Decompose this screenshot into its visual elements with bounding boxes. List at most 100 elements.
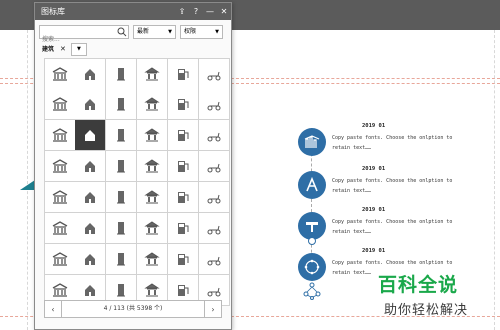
icon-grid-cell[interactable]: [44, 213, 76, 244]
watermark-subtitle: 助你轻松解决: [384, 303, 469, 318]
panel-title-bar[interactable]: 图标库 ⇪ ? — ✕: [35, 3, 231, 20]
timeline-item[interactable]: 2019 01 Copy paste fonts. Choose the onl…: [298, 207, 498, 244]
icon-grid-cell[interactable]: [44, 120, 76, 151]
pipe-tool-icon: [298, 212, 326, 240]
gazebo-icon: [144, 159, 160, 173]
icon-grid-cell[interactable]: [44, 58, 76, 90]
chimney-factory-icon: [85, 192, 95, 203]
chevron-down-icon: ▼: [76, 45, 81, 52]
filter-tag-label: 建筑: [42, 45, 55, 53]
icon-grid-cell[interactable]: [75, 244, 106, 275]
category-dropdown[interactable]: ▼: [70, 42, 87, 56]
next-page-button[interactable]: ›: [204, 300, 222, 318]
icon-grid-cell[interactable]: [137, 89, 168, 120]
icon-grid-cell[interactable]: [75, 120, 106, 151]
icon-grid-cell[interactable]: [199, 244, 230, 275]
timeline-connector: [308, 237, 316, 245]
icon-grid-cell[interactable]: [75, 182, 106, 213]
skyscraper-icon: [52, 159, 68, 173]
chevron-down-icon: ▼: [168, 29, 172, 35]
desk-icon: [207, 287, 221, 297]
stove-icon: [85, 285, 95, 296]
timeline-year: 2019 01: [362, 207, 386, 213]
icon-grid-cell[interactable]: [75, 89, 106, 120]
icon-grid-cell[interactable]: [199, 120, 230, 151]
icon-grid-cell[interactable]: [106, 120, 137, 151]
icon-grid-cell[interactable]: [137, 120, 168, 151]
icon-grid-cell[interactable]: [199, 151, 230, 182]
warehouse-icon: [207, 163, 221, 173]
search-icon[interactable]: [117, 27, 127, 37]
town-hall-icon: [178, 130, 189, 141]
icon-grid-cell[interactable]: [168, 89, 199, 120]
icon-grid-cell[interactable]: [168, 244, 199, 275]
icon-grid-cell[interactable]: [137, 213, 168, 244]
church-window-icon: [178, 254, 189, 265]
temple-icon: [144, 67, 160, 81]
house-search-icon: [52, 97, 68, 111]
cart-shop-icon: [117, 253, 125, 266]
icon-grid-cell[interactable]: [168, 151, 199, 182]
icon-grid-cell[interactable]: [199, 213, 230, 244]
letter-a-icon: [298, 171, 326, 199]
minimize-icon[interactable]: —: [203, 3, 217, 20]
sort-select[interactable]: 最新 ▼: [133, 25, 176, 39]
icon-grid-cell[interactable]: [75, 213, 106, 244]
remove-tag-icon[interactable]: ✕: [60, 44, 66, 55]
license-select[interactable]: 权限 ▼: [180, 25, 223, 39]
home-outline-icon: [178, 99, 189, 110]
icon-grid-cell[interactable]: [168, 58, 199, 90]
close-icon[interactable]: ✕: [217, 3, 231, 20]
barn-icon: [117, 98, 125, 111]
arched-window-icon: [178, 223, 189, 234]
bank-icon: [52, 67, 68, 81]
icon-grid-cell[interactable]: [75, 58, 106, 90]
network-node-icon: [303, 282, 321, 300]
tent-icon: [117, 284, 125, 297]
sofa-icon: [117, 191, 125, 204]
icon-grid-cell[interactable]: [168, 213, 199, 244]
tower-block-icon: [117, 160, 125, 173]
cottage-icon: [144, 97, 160, 111]
icon-grid-cell[interactable]: [106, 213, 137, 244]
timeline-item[interactable]: 2019 01 Copy paste fonts. Choose the onl…: [298, 123, 498, 160]
timeline-text: Copy paste fonts. Choose the onlption to…: [332, 178, 453, 194]
icon-grid-cell[interactable]: [137, 58, 168, 90]
icon-grid-cell[interactable]: [137, 151, 168, 182]
icon-grid-cell[interactable]: [199, 58, 230, 90]
icon-grid-cell[interactable]: [75, 151, 106, 182]
help-icon[interactable]: ?: [189, 3, 203, 20]
icon-grid-cell[interactable]: [106, 244, 137, 275]
panel-title: 图标库: [41, 7, 65, 16]
pin-icon[interactable]: ⇪: [175, 3, 189, 20]
icon-grid-cell[interactable]: [168, 182, 199, 213]
icon-grid-cell[interactable]: [199, 182, 230, 213]
gas-station-icon: [178, 69, 189, 80]
crane-icon: [52, 128, 68, 142]
building-crane-icon: [298, 128, 326, 156]
icon-grid-cell[interactable]: [106, 182, 137, 213]
capitol-icon: [178, 161, 189, 172]
sign-icon: [85, 130, 95, 141]
archive-building-icon: [207, 101, 221, 111]
icon-grid-cell[interactable]: [44, 244, 76, 275]
category-filter-tag: 建筑 ✕: [39, 44, 69, 55]
icon-grid-cell[interactable]: [137, 244, 168, 275]
icon-grid-cell[interactable]: [168, 120, 199, 151]
icon-grid-cell[interactable]: [106, 89, 137, 120]
icon-grid-cell[interactable]: [137, 182, 168, 213]
icon-grid-cell[interactable]: [106, 58, 137, 90]
icon-grid-cell[interactable]: [106, 151, 137, 182]
icon-grid-cell[interactable]: [44, 89, 76, 120]
timeline-item[interactable]: 2019 01 Copy paste fonts. Choose the onl…: [298, 166, 498, 203]
hand-house-icon: [85, 69, 95, 80]
icon-grid-cell[interactable]: [44, 151, 76, 182]
timeline-year: 2019 01: [362, 166, 386, 172]
icon-grid: [44, 58, 230, 306]
icon-grid-cell[interactable]: [199, 89, 230, 120]
search-field[interactable]: [39, 25, 129, 46]
prev-page-button[interactable]: ‹: [44, 300, 62, 318]
pillar-icon: [117, 68, 125, 81]
icon-grid-cell[interactable]: [44, 182, 76, 213]
printer-icon: [178, 285, 189, 296]
